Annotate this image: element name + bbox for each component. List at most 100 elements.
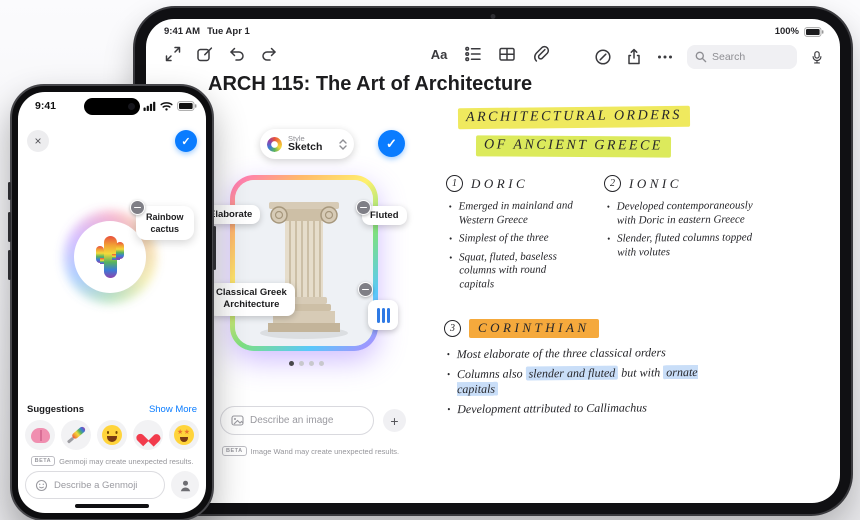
style-scribble-icon [267,136,282,152]
suggestion-row [18,420,206,450]
page-dot[interactable] [289,361,294,366]
image-page-dots[interactable] [289,361,324,366]
remove-reference-button[interactable] [358,282,373,297]
undo-icon[interactable] [228,45,246,63]
ionic-notes: Developed contemporaneously with Doric i… [606,199,765,264]
corinthian-bullet: Most elaborate of the three classical or… [446,345,714,362]
close-button[interactable]: × [27,130,49,152]
ionic-number: 2 [604,175,621,192]
star-struck-face-icon [174,425,194,445]
iphone-device: 9:41 × ✓ Rainbow cactus Suggestions Show… [8,84,216,520]
image-wand-input-row: + [220,406,406,435]
describe-image-input[interactable] [250,415,360,426]
mic-icon[interactable] [810,48,824,66]
genmoji-input-row [18,471,206,499]
ipad-device: 9:41 AM Tue Apr 1 100% Aa Search ARCH 11… [133,6,853,516]
greek-column-image [235,180,373,346]
redo-icon[interactable] [260,45,278,63]
battery-icon [177,101,197,111]
photo-icon [231,414,244,427]
ipad-date: Tue Apr 1 [207,26,250,37]
show-more-link[interactable]: Show More [149,404,197,415]
search-field[interactable] [687,45,797,69]
suggestions-header: Suggestions Show More [18,404,206,415]
image-wand-disclaimer: BETA Image Wand may create unexpected re… [222,446,399,456]
rainbow-paintbrush-icon [66,425,87,445]
suggestion-rainbow-paintbrush[interactable] [61,420,91,450]
ipad-time: 9:41 AM [164,26,201,37]
describe-image-field[interactable] [220,406,374,435]
style-value: Sketch [288,141,323,154]
markup-icon[interactable] [594,48,612,66]
add-image-button[interactable]: + [383,409,406,432]
doric-notes: Emerged in mainland and Western Greece S… [448,199,577,296]
remove-prompt-button[interactable] [130,200,145,215]
confirm-image-button[interactable]: ✓ [378,130,405,157]
suggestion-brain[interactable] [25,420,55,450]
describe-genmoji-field[interactable] [25,471,165,499]
toolbar-right-group [594,45,824,69]
volume-up-button [8,212,11,242]
genmoji-disclaimer: BETA Genmoji may create unexpected resul… [18,456,206,466]
ipad-status-bar: 9:41 AM Tue Apr 1 100% [146,26,840,40]
bullet-text: Columns also [456,366,526,382]
confirm-genmoji-button[interactable]: ✓ [175,130,197,152]
genmoji-face-icon [35,479,48,492]
checklist-icon[interactable] [464,45,482,63]
ionic-bullet: Developed contemporaneously with Doric i… [606,199,764,227]
tag-line: Classical Greek [216,287,287,298]
ipad-battery-percent: 100% [774,26,799,37]
doric-bullet: Simplest of the three [448,231,576,246]
genmoji-prompt-tag[interactable]: Rainbow cactus [130,200,194,241]
beta-badge: BETA [222,446,247,456]
person-genmoji-button[interactable] [171,471,199,499]
compose-icon[interactable] [196,45,214,63]
doric-number: 1 [446,175,463,192]
doric-bullet: Emerged in mainland and Western Greece [448,199,576,227]
page-dot[interactable] [309,361,314,366]
remove-fluted-button[interactable] [356,200,371,215]
search-icon [695,51,707,63]
toolbar-left-group [164,45,278,63]
corinthian-bullet: Columns also slender and fluted but with… [446,364,714,397]
suggestion-laughing-face[interactable] [97,420,127,450]
handwritten-title-line2: OF ANCIENT GREECE [475,135,671,158]
ionic-bullet: Slender, fluted columns topped with volu… [606,231,764,259]
style-picker[interactable]: Style Sketch [260,129,354,159]
blue-highlight: slender and fluted [525,365,619,381]
page-dot[interactable] [319,361,324,366]
style-text: Style Sketch [288,134,333,154]
corinthian-number: 3 [444,320,461,337]
search-input[interactable] [712,51,782,63]
doric-name: DORIC [471,175,529,191]
format-icon[interactable]: Aa [430,45,448,63]
share-icon[interactable] [625,48,643,66]
corinthian-bullet: Development attributed to Callimachus [446,400,714,417]
rainbow-cactus-genmoji [96,236,124,278]
table-icon[interactable] [498,45,516,63]
doric-bullet: Squat, fluted, baseless columns with rou… [448,250,576,292]
iphone-time: 9:41 [35,100,57,112]
describe-genmoji-input[interactable] [54,479,155,491]
page-dot[interactable] [299,361,304,366]
cellular-icon [143,101,156,111]
tag-classical-greek-architecture[interactable]: Classical Greek Architecture [208,283,295,316]
collapse-icon[interactable] [164,45,182,63]
disclaimer-text: Genmoji may create unexpected results. [59,456,194,466]
suggestion-heart[interactable] [133,420,163,450]
bullet-text: but with [618,365,664,380]
ipad-status-right: 100% [775,26,824,37]
generated-image-frame[interactable] [230,175,378,351]
power-button [213,226,216,270]
fluted-column-thumbnail[interactable] [368,300,398,330]
note-title: ARCH 115: The Art of Architecture [208,73,533,95]
attachment-icon[interactable] [532,45,550,63]
more-icon[interactable] [656,48,674,66]
wifi-icon [160,101,173,111]
corinthian-name: CORINTHIAN [469,319,599,338]
stage: 9:41 AM Tue Apr 1 100% Aa Search ARCH 11… [0,0,860,520]
suggestion-star-struck[interactable] [169,420,199,450]
laughing-face-icon [102,425,122,445]
ipad-screen: 9:41 AM Tue Apr 1 100% Aa Search ARCH 11… [146,19,840,503]
dynamic-island [84,98,140,115]
